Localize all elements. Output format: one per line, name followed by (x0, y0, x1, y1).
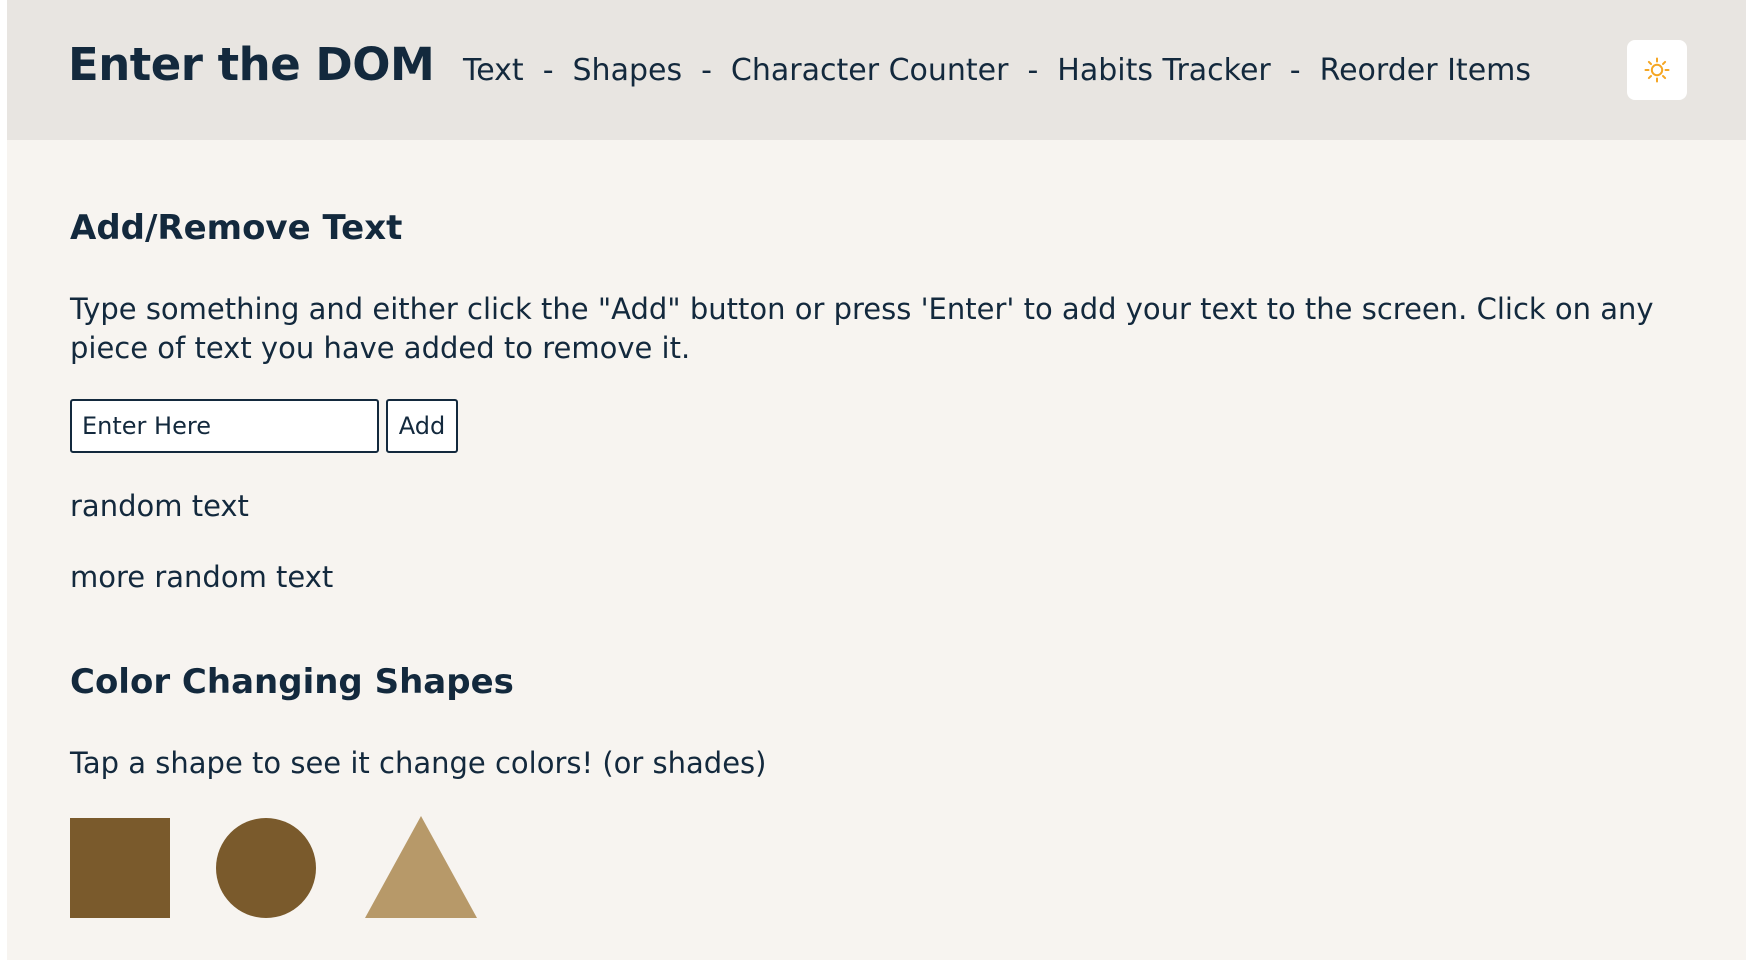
text-section-description: Type something and either click the "Add… (70, 292, 1654, 365)
add-remove-text-section: Add/Remove Text Type something and eithe… (70, 208, 1690, 594)
color-changing-shapes-section: Color Changing Shapes Tap a shape to see… (70, 662, 1690, 918)
triangle-shape[interactable] (365, 816, 477, 918)
square-shape[interactable] (70, 818, 170, 918)
site-header: Enter the DOM Text - Shapes - Character … (7, 0, 1746, 140)
nav-separator: - (542, 52, 554, 88)
sun-icon (1644, 57, 1670, 83)
text-input[interactable] (70, 399, 379, 453)
add-button[interactable]: Add (386, 399, 458, 453)
nav-link-character-counter[interactable]: Character Counter (731, 53, 1009, 88)
circle-shape[interactable] (216, 818, 316, 918)
site-title: Enter the DOM (68, 38, 435, 91)
nav-link-reorder-items[interactable]: Reorder Items (1320, 53, 1531, 88)
shapes-section-heading: Color Changing Shapes (70, 662, 514, 702)
main-nav: Text - Shapes - Character Counter - Habi… (463, 50, 1531, 90)
nav-separator: - (1289, 52, 1301, 88)
theme-toggle-button[interactable] (1627, 40, 1687, 100)
shapes-row (70, 816, 670, 918)
nav-link-habits-tracker[interactable]: Habits Tracker (1057, 53, 1270, 88)
added-text-item[interactable]: random text (70, 486, 333, 526)
nav-separator: - (701, 52, 712, 88)
added-text-list: random text more random text (70, 486, 333, 628)
add-text-form: Add (70, 399, 458, 453)
added-text-item[interactable]: more random text (70, 557, 333, 597)
nav-separator: - (1027, 52, 1039, 88)
triangle-fill (365, 816, 477, 918)
text-section-heading: Add/Remove Text (70, 208, 403, 248)
page: Enter the DOM Text - Shapes - Character … (7, 0, 1746, 960)
shapes-section-description: Tap a shape to see it change colors! (or… (70, 746, 767, 780)
nav-link-shapes[interactable]: Shapes (573, 53, 683, 88)
nav-link-text[interactable]: Text (463, 53, 524, 88)
